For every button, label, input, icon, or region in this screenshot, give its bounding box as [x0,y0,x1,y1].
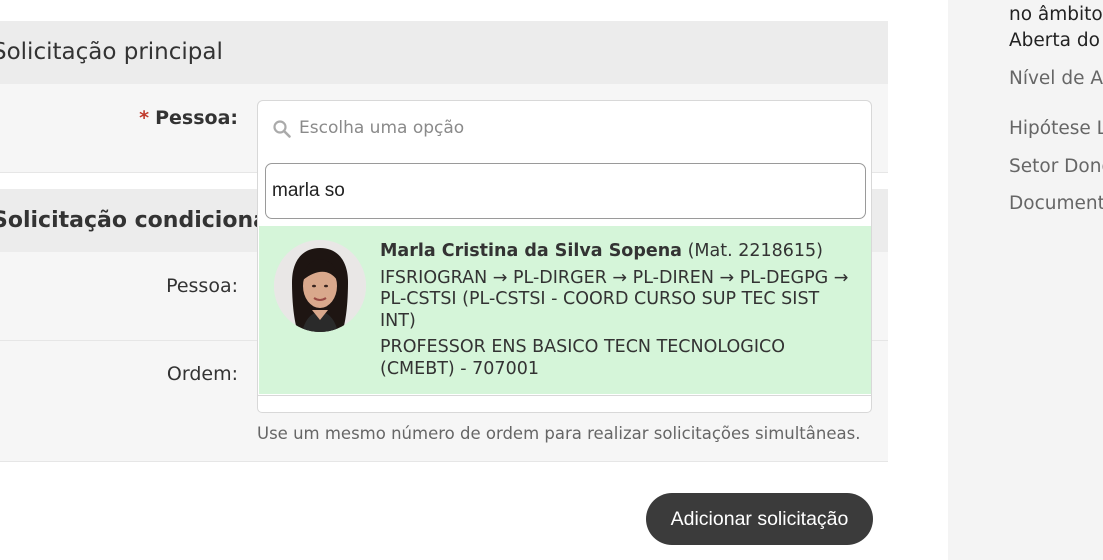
option-unit-path: IFSRIOGRAN → PL-DIRGER → PL-DIREN → PL-D… [380,267,849,331]
ordem-label: Ordem: [166,363,238,385]
right-sidebar: no âmbito Aberta do Nível de Ac Hipótese… [948,0,1103,560]
option-name: Marla Cristina da Silva Sopena [380,241,682,261]
sidebar-nivel-acesso: Nível de Ac [1009,68,1103,89]
option-title: Marla Cristina da Silva Sopena (Mat. 221… [380,241,855,263]
ordem-help-text: Use um mesmo número de ordem para realiz… [257,424,861,443]
required-marker: * [139,107,150,129]
main-content: Solicitação principal * Pessoa: Escolha u… [0,0,888,560]
option-matricula: (Mat. 2218615) [687,241,823,261]
search-icon [273,120,291,138]
sidebar-text-line2: Aberta do [1009,30,1100,51]
pessoa-condicionada-label: Pessoa: [166,275,238,297]
dropdown-search-input[interactable] [265,163,866,219]
sidebar-setor-dono: Setor Dono [1009,156,1103,177]
sidebar-documento: Documento [1009,193,1103,214]
person-photo-icon [274,240,366,332]
option-role: PROFESSOR ENS BASICO TECN TECNOLOGICO (C… [380,337,786,379]
dropdown-option[interactable]: Marla Cristina da Silva Sopena (Mat. 221… [259,226,871,394]
pessoa-label: * Pessoa: [0,107,238,129]
sidebar-text-line1: no âmbito [1009,4,1103,25]
add-request-button[interactable]: Adicionar solicitação [646,493,873,545]
pessoa-dropdown: Marla Cristina da Silva Sopena (Mat. 221… [257,156,872,396]
sidebar-hipotese-legal: Hipótese Le [1009,118,1103,139]
pessoa-label-text: Pessoa: [155,107,238,129]
pessoa-select-placeholder: Escolha uma opção [299,118,465,138]
pessoa-select[interactable]: Escolha uma opção [257,100,872,157]
option-text: Marla Cristina da Silva Sopena (Mat. 221… [380,241,855,380]
section-title-principal: Solicitação principal [0,39,223,65]
avatar [274,240,366,332]
section-title-condicionada: Solicitação condicionada [0,208,299,233]
section-header-principal: Solicitação principal [0,21,888,84]
